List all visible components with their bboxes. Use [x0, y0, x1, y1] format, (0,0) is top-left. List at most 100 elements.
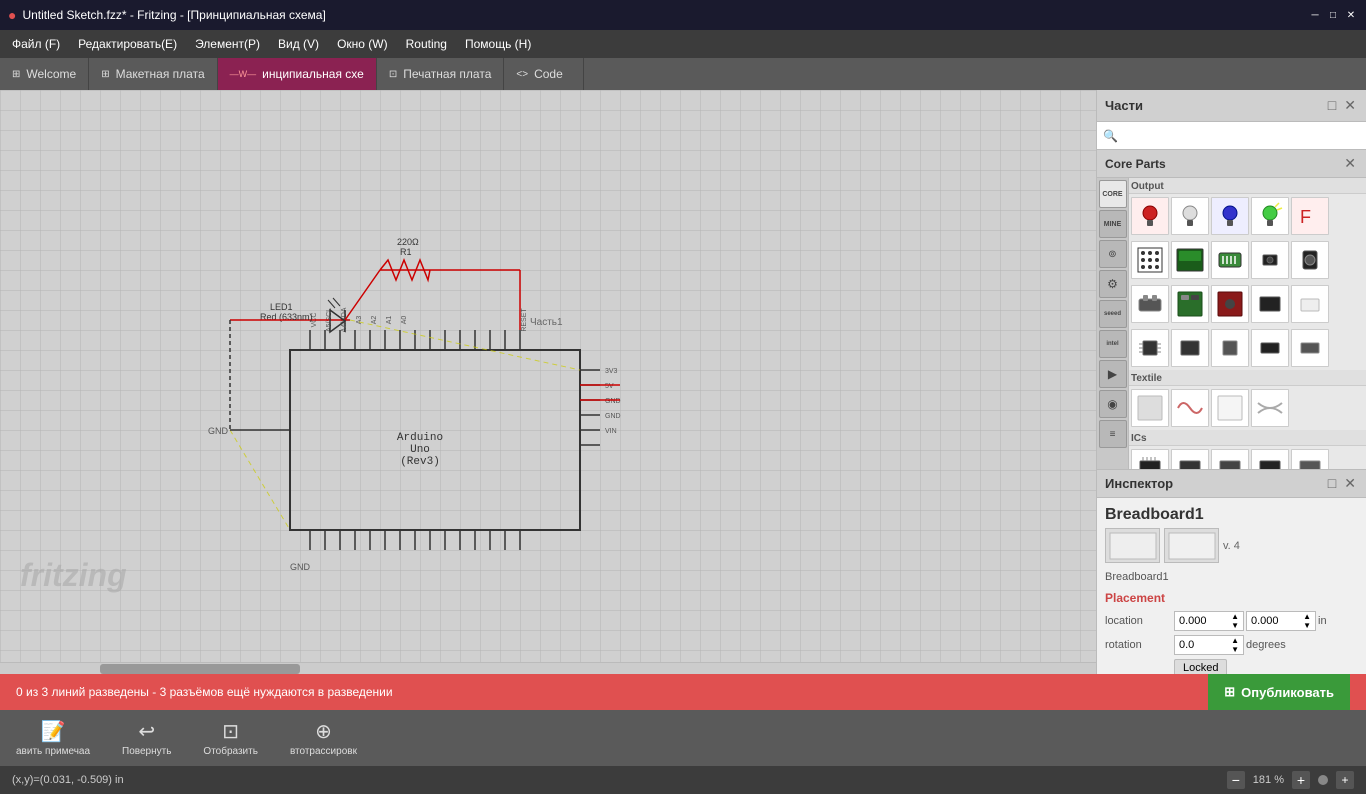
part-chip5[interactable]	[1291, 329, 1329, 367]
rotation-row: rotation 0.0 ▲▼ degrees	[1105, 635, 1358, 655]
menu-window[interactable]: Окно (W)	[329, 33, 396, 55]
y-spinner-controls[interactable]: ▲▼	[1303, 612, 1311, 630]
svg-text:R1: R1	[400, 247, 412, 257]
svg-text:3V3: 3V3	[605, 368, 618, 375]
x-spinner[interactable]: 0.000 ▲▼	[1174, 611, 1244, 631]
menu-view[interactable]: Вид (V)	[270, 33, 327, 55]
component-preview: v. 4	[1105, 528, 1358, 563]
part-board2[interactable]	[1211, 285, 1249, 323]
zoom-fit-button[interactable]: +	[1336, 771, 1354, 789]
cat-arduino[interactable]: ⊚	[1099, 240, 1127, 268]
svg-text:GND: GND	[605, 398, 621, 405]
x-spinner-controls[interactable]: ▲▼	[1231, 612, 1239, 630]
bottom-tool-autoroute[interactable]: ⊕ втотрассировк	[282, 715, 365, 761]
part-chip2[interactable]	[1171, 329, 1209, 367]
display-icon: ⊡	[222, 719, 239, 744]
cat-mine[interactable]: MINE	[1099, 210, 1127, 238]
svg-text:Часть1: Часть1	[530, 317, 563, 328]
cat-eye[interactable]: ◉	[1099, 390, 1127, 418]
svg-text:220Ω: 220Ω	[397, 237, 419, 247]
cat-core[interactable]: CORE	[1099, 180, 1127, 208]
svg-text:A2: A2	[371, 316, 378, 325]
canvas-area[interactable]: fritzing	[0, 90, 1096, 674]
part-matrix[interactable]	[1131, 241, 1169, 279]
part-item-4[interactable]	[1251, 197, 1289, 235]
rotation-spinner[interactable]: 0.0 ▲▼	[1174, 635, 1244, 655]
part-item-10[interactable]	[1291, 285, 1329, 323]
textile-parts-grid	[1129, 386, 1366, 430]
publish-button[interactable]: ⊞ Опубликовать	[1208, 674, 1350, 710]
cat-fabric[interactable]: ≡	[1099, 420, 1127, 448]
parts-close-button[interactable]: ✕	[1342, 97, 1358, 114]
minimize-button[interactable]: ─	[1308, 8, 1322, 22]
part-ic1[interactable]	[1131, 449, 1169, 469]
y-spinner[interactable]: 0.000 ▲▼	[1246, 611, 1316, 631]
part-sensor[interactable]	[1131, 285, 1169, 323]
parts-header: Части □ ✕	[1097, 90, 1366, 122]
titlebar-controls: ─ □ ✕	[1308, 8, 1358, 22]
part-item-7[interactable]	[1251, 241, 1289, 279]
search-input[interactable]	[1124, 129, 1360, 143]
part-textile2[interactable]	[1171, 389, 1209, 427]
menu-element[interactable]: Элемент(P)	[187, 33, 268, 55]
svg-text:RESET: RESET	[521, 308, 528, 332]
parts-expand-button[interactable]: □	[1326, 97, 1338, 114]
part-ic5[interactable]	[1291, 449, 1329, 469]
part-board1[interactable]	[1171, 285, 1209, 323]
part-textile3[interactable]	[1211, 389, 1249, 427]
pcb-tab-icon: ⊡	[389, 69, 397, 80]
svg-text:Uno: Uno	[410, 444, 430, 456]
inspector-close-button[interactable]: ✕	[1342, 475, 1358, 492]
part-textile4[interactable]	[1251, 389, 1289, 427]
cat-play[interactable]: ▶	[1099, 360, 1127, 388]
tab-breadboard[interactable]: ⊞ Макетная плата	[89, 58, 217, 90]
core-parts-close[interactable]: ✕	[1342, 155, 1358, 172]
bottom-tool-display[interactable]: ⊡ Отобразить	[195, 715, 266, 761]
svg-text:Arduino: Arduino	[397, 432, 443, 444]
part-ic3[interactable]	[1211, 449, 1249, 469]
cat-intel[interactable]: intel	[1099, 330, 1127, 358]
svg-text:GND: GND	[208, 426, 229, 436]
bottom-tool-note[interactable]: 📝 авить примечаа	[8, 715, 98, 761]
maximize-button[interactable]: □	[1326, 8, 1340, 22]
part-item-9[interactable]	[1251, 285, 1289, 323]
menu-file[interactable]: Файл (F)	[4, 33, 68, 55]
breadboard-tab-icon: ⊞	[101, 69, 109, 80]
tab-welcome[interactable]: ⊞ Welcome	[0, 58, 89, 90]
part-chip3[interactable]	[1211, 329, 1249, 367]
scrollbar-thumb[interactable]	[100, 664, 300, 674]
part-led-red[interactable]	[1131, 197, 1169, 235]
menu-edit[interactable]: Редактировать(E)	[70, 33, 185, 55]
part-item-8[interactable]	[1291, 241, 1329, 279]
part-textile1[interactable]	[1131, 389, 1169, 427]
close-button[interactable]: ✕	[1344, 8, 1358, 22]
menu-help[interactable]: Помощь (H)	[457, 33, 539, 55]
part-item-5[interactable]: F	[1291, 197, 1329, 235]
part-item-2[interactable]	[1171, 197, 1209, 235]
zoom-in-button[interactable]: +	[1292, 771, 1310, 789]
schematic-canvas[interactable]: Arduino Uno (Rev3) VCC A5/SCL A4/SDA A3 …	[150, 170, 750, 670]
horizontal-scrollbar[interactable]	[0, 662, 1096, 674]
bottom-tool-rotate[interactable]: ↩ Повернуть	[114, 715, 179, 761]
inspector-title: Инспектор	[1105, 476, 1173, 491]
tab-pcb[interactable]: ⊡ Печатная плата	[377, 58, 505, 90]
cat-seeed[interactable]: seeed	[1099, 300, 1127, 328]
component-version: v. 4	[1223, 540, 1240, 552]
tab-schematic[interactable]: —W— инципиальная схе	[218, 58, 377, 90]
location-inputs: 0.000 ▲▼ 0.000 ▲▼ in	[1174, 611, 1327, 631]
coord-display: (x,y)=(0.031, -0.509) in	[12, 774, 124, 786]
cat-gear[interactable]: ⚙	[1099, 270, 1127, 298]
tab-code[interactable]: <> Code	[504, 58, 584, 90]
part-chip1[interactable]	[1131, 329, 1169, 367]
part-item-3[interactable]	[1211, 197, 1249, 235]
part-chip4[interactable]	[1251, 329, 1289, 367]
part-item-6[interactable]	[1211, 241, 1249, 279]
part-display[interactable]	[1171, 241, 1209, 279]
locked-button[interactable]: Locked	[1174, 659, 1227, 674]
zoom-out-button[interactable]: −	[1227, 771, 1245, 789]
part-ic4[interactable]	[1251, 449, 1289, 469]
inspector-expand-button[interactable]: □	[1326, 475, 1338, 492]
part-ic2[interactable]	[1171, 449, 1209, 469]
rotation-spinner-controls[interactable]: ▲▼	[1231, 636, 1239, 654]
menu-routing[interactable]: Routing	[398, 33, 455, 55]
